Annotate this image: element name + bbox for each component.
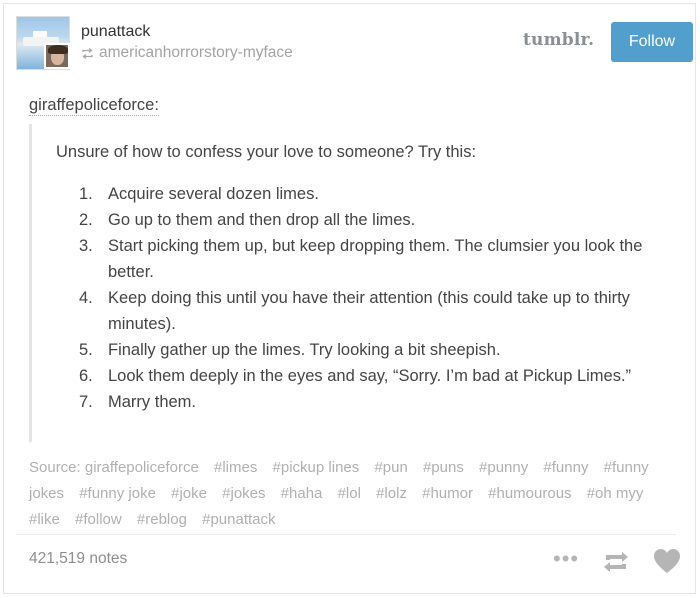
quote-intro: Unsure of how to confess your love to so… [56, 143, 477, 161]
list-item: 6. Look them deeply in the eyes and say, … [79, 367, 632, 385]
tag[interactable]: #reblog [137, 511, 187, 528]
reblog-source-link[interactable]: americanhorrorstory-myface [99, 44, 293, 62]
tag[interactable]: #like [29, 511, 60, 528]
tag[interactable]: #joke [171, 485, 207, 502]
list-item: 3. Start picking them up, but keep droppi… [79, 237, 643, 281]
avatar-stack[interactable] [16, 16, 70, 70]
tag[interactable]: #funny joke [79, 485, 156, 502]
tag[interactable]: #haha [281, 485, 323, 502]
notes-count[interactable]: 421,519 notes [29, 550, 127, 568]
source-link[interactable]: Source: giraffepoliceforce [29, 459, 199, 476]
tag[interactable]: #funny [543, 459, 588, 476]
heart-icon[interactable] [653, 548, 681, 579]
tag[interactable]: #lol [338, 485, 361, 502]
tag[interactable]: #humor [422, 485, 473, 502]
steps-list: 1. Acquire several dozen limes. 2. Go up t… [57, 181, 687, 415]
reblog-avatar[interactable] [44, 43, 70, 69]
tag[interactable]: #humourous [488, 485, 571, 502]
reblog-source: americanhorrorstory-myface [81, 44, 293, 62]
tag[interactable]: #punattack [202, 511, 275, 528]
post-quote: Unsure of how to confess your love to so… [29, 124, 692, 442]
tag[interactable]: #jokes [222, 485, 265, 502]
tag[interactable]: #puns [423, 459, 464, 476]
tag[interactable]: #limes [214, 459, 257, 476]
tag[interactable]: #follow [75, 511, 122, 528]
tag[interactable]: #pun [374, 459, 407, 476]
list-item: 4. Keep doing this until you have their a… [79, 289, 630, 333]
footer-divider [16, 534, 676, 535]
list-item: 2. Go up to them and then drop all the li… [79, 211, 416, 229]
reblog-icon[interactable] [602, 550, 630, 579]
tag[interactable]: #punny [479, 459, 528, 476]
list-item: 7. Marry them. [79, 393, 197, 411]
tag[interactable]: #pickup lines [273, 459, 360, 476]
tumblr-logo[interactable]: tumblr. [523, 30, 594, 50]
source-username[interactable]: giraffepoliceforce: [29, 95, 159, 116]
tag[interactable]: #lolz [376, 485, 407, 502]
post-tags: Source: giraffepoliceforce #limes #picku… [29, 455, 669, 533]
list-item: 1. Acquire several dozen limes. [79, 185, 319, 203]
post-username[interactable]: punattack [81, 23, 150, 41]
follow-button[interactable]: Follow [611, 22, 693, 62]
reblog-small-icon [82, 47, 93, 59]
tag[interactable]: #oh myy [587, 485, 644, 502]
list-item: 5. Finally gather up the limes. Try looki… [79, 341, 501, 359]
more-icon[interactable]: ••• [553, 548, 579, 570]
